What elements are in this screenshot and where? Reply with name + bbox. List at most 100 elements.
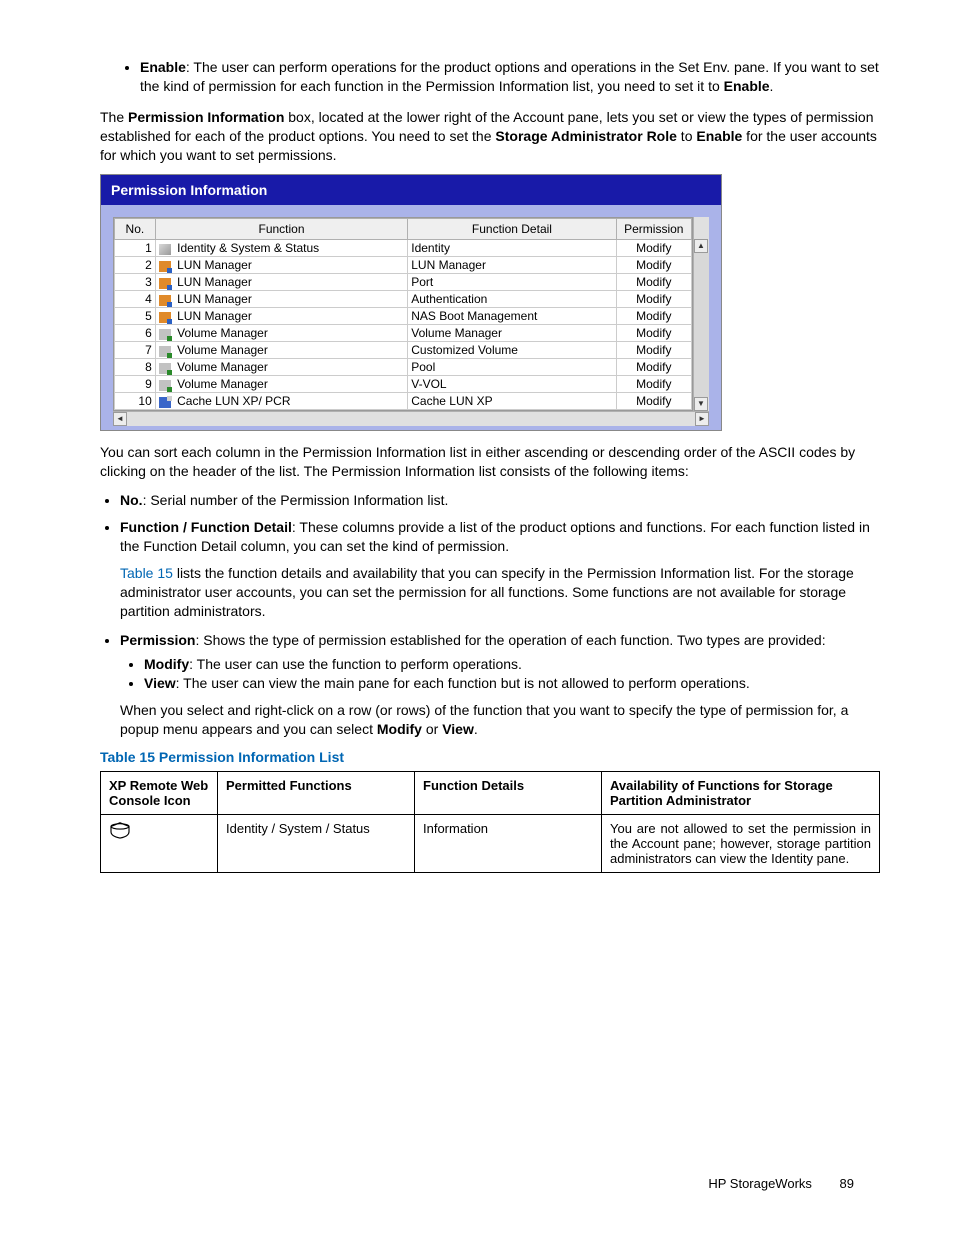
col-function[interactable]: Function [155, 219, 407, 240]
perm-tail-mid: or [422, 721, 442, 737]
lun-icon [159, 312, 171, 323]
table-row[interactable]: 4 LUN ManagerAuthenticationModify [115, 291, 692, 308]
item-no-label: No. [120, 492, 143, 508]
row-permission: Modify [616, 342, 691, 359]
horizontal-scrollbar[interactable]: ◄ ► [113, 411, 709, 426]
enable-bullet-list: Enable: The user can perform operations … [100, 58, 880, 96]
table-row[interactable]: 3 LUN ManagerPortModify [115, 274, 692, 291]
row-permission: Modify [616, 291, 691, 308]
vertical-scrollbar[interactable]: ▲ ▼ [693, 217, 709, 411]
table-row[interactable]: 6 Volume ManagerVolume ManagerModify [115, 325, 692, 342]
item-no-text: : Serial number of the Permission Inform… [143, 492, 449, 508]
p1-b3: Enable [696, 128, 742, 144]
item-func-subtext: lists the function details and availabil… [120, 565, 854, 619]
item-description-list: No.: Serial number of the Permission Inf… [100, 491, 880, 739]
table-row[interactable]: 1 Identity & System & StatusIdentityModi… [115, 240, 692, 257]
row-function: LUN Manager [155, 274, 407, 291]
lun-icon [159, 295, 171, 306]
t15-col-availability: Availability of Functions for Storage Pa… [602, 772, 880, 815]
row-no: 7 [115, 342, 156, 359]
vol-icon [159, 346, 171, 357]
perm-tail-post: . [474, 721, 478, 737]
row-detail: NAS Boot Management [408, 308, 616, 325]
table-row[interactable]: 2 LUN ManagerLUN ManagerModify [115, 257, 692, 274]
row-function: Volume Manager [155, 325, 407, 342]
vol-icon [159, 380, 171, 391]
enable-tail: . [770, 78, 774, 94]
col-permission[interactable]: Permission [616, 219, 691, 240]
item-perm-label: Permission [120, 632, 195, 648]
table-row[interactable]: 10 Cache LUN XP/ PCRCache LUN XPModify [115, 393, 692, 410]
p1-mid2: to [677, 128, 696, 144]
item-view: View: The user can view the main pane fo… [144, 674, 880, 693]
enable-label: Enable [140, 59, 186, 75]
p1-b1: Permission Information [128, 109, 284, 125]
row-permission: Modify [616, 240, 691, 257]
row-detail: V-VOL [408, 376, 616, 393]
row-no: 4 [115, 291, 156, 308]
permission-info-table[interactable]: No. Function Function Detail Permission … [114, 218, 692, 410]
row-no: 3 [115, 274, 156, 291]
row-function: Cache LUN XP/ PCR [155, 393, 407, 410]
page-footer: HP StorageWorks 89 [708, 1176, 854, 1191]
item-function: Function / Function Detail: These column… [120, 518, 880, 620]
row-no: 5 [115, 308, 156, 325]
row-function: LUN Manager [155, 308, 407, 325]
table-row[interactable]: 5 LUN ManagerNAS Boot ManagementModify [115, 308, 692, 325]
modify-text: : The user can use the function to perfo… [189, 656, 522, 672]
t15-r1-permitted: Identity / System / Status [218, 815, 415, 873]
row-no: 10 [115, 393, 156, 410]
p1-b2: Storage Administrator Role [495, 128, 677, 144]
row-function: Identity & System & Status [155, 240, 407, 257]
row-no: 8 [115, 359, 156, 376]
scroll-left-icon[interactable]: ◄ [113, 412, 127, 426]
page-number: 89 [840, 1176, 854, 1191]
row-no: 9 [115, 376, 156, 393]
scroll-down-icon[interactable]: ▼ [694, 397, 708, 411]
table-row[interactable]: 8 Volume ManagerPoolModify [115, 359, 692, 376]
view-text: : The user can view the main pane for ea… [176, 675, 750, 691]
row-detail: Authentication [408, 291, 616, 308]
perm-tail-pre: When you select and right-click on a row… [120, 702, 848, 737]
vol-icon [159, 329, 171, 340]
row-no: 2 [115, 257, 156, 274]
t15-col-permitted: Permitted Functions [218, 772, 415, 815]
permission-info-panel: Permission Information No. Function Func… [100, 174, 722, 431]
id-icon [159, 244, 171, 255]
view-label: View [144, 675, 176, 691]
scroll-up-icon[interactable]: ▲ [694, 239, 708, 253]
row-detail: Port [408, 274, 616, 291]
modify-label: Modify [144, 656, 189, 672]
table-row[interactable]: 9 Volume ManagerV-VOLModify [115, 376, 692, 393]
row-detail: Identity [408, 240, 616, 257]
scroll-right-icon[interactable]: ► [695, 412, 709, 426]
perm-tail-b2: View [442, 721, 474, 737]
row-function: LUN Manager [155, 291, 407, 308]
permission-info-title: Permission Information [101, 175, 721, 205]
col-detail[interactable]: Function Detail [408, 219, 616, 240]
item-perm-text: : Shows the type of permission establish… [195, 632, 825, 648]
col-no[interactable]: No. [115, 219, 156, 240]
row-detail: Customized Volume [408, 342, 616, 359]
row-function: LUN Manager [155, 257, 407, 274]
item-no: No.: Serial number of the Permission Inf… [120, 491, 880, 510]
row-no: 6 [115, 325, 156, 342]
lun-icon [159, 261, 171, 272]
item-func-label: Function / Function Detail [120, 519, 292, 535]
table-row[interactable]: 7 Volume ManagerCustomized VolumeModify [115, 342, 692, 359]
row-permission: Modify [616, 393, 691, 410]
footer-brand: HP StorageWorks [708, 1176, 812, 1191]
item-modify: Modify: The user can use the function to… [144, 655, 880, 674]
enable-bullet: Enable: The user can perform operations … [140, 58, 880, 96]
row-detail: Cache LUN XP [408, 393, 616, 410]
t15-col-details: Function Details [415, 772, 602, 815]
t15-r1-details: Information [415, 815, 602, 873]
table-15-link[interactable]: Table 15 [120, 565, 173, 581]
t15-col-icon: XP Remote Web Console Icon [101, 772, 218, 815]
row-no: 1 [115, 240, 156, 257]
vol-icon [159, 363, 171, 374]
perm-tail-b1: Modify [377, 721, 422, 737]
row-function: Volume Manager [155, 342, 407, 359]
row-permission: Modify [616, 274, 691, 291]
cache-icon [159, 397, 171, 408]
